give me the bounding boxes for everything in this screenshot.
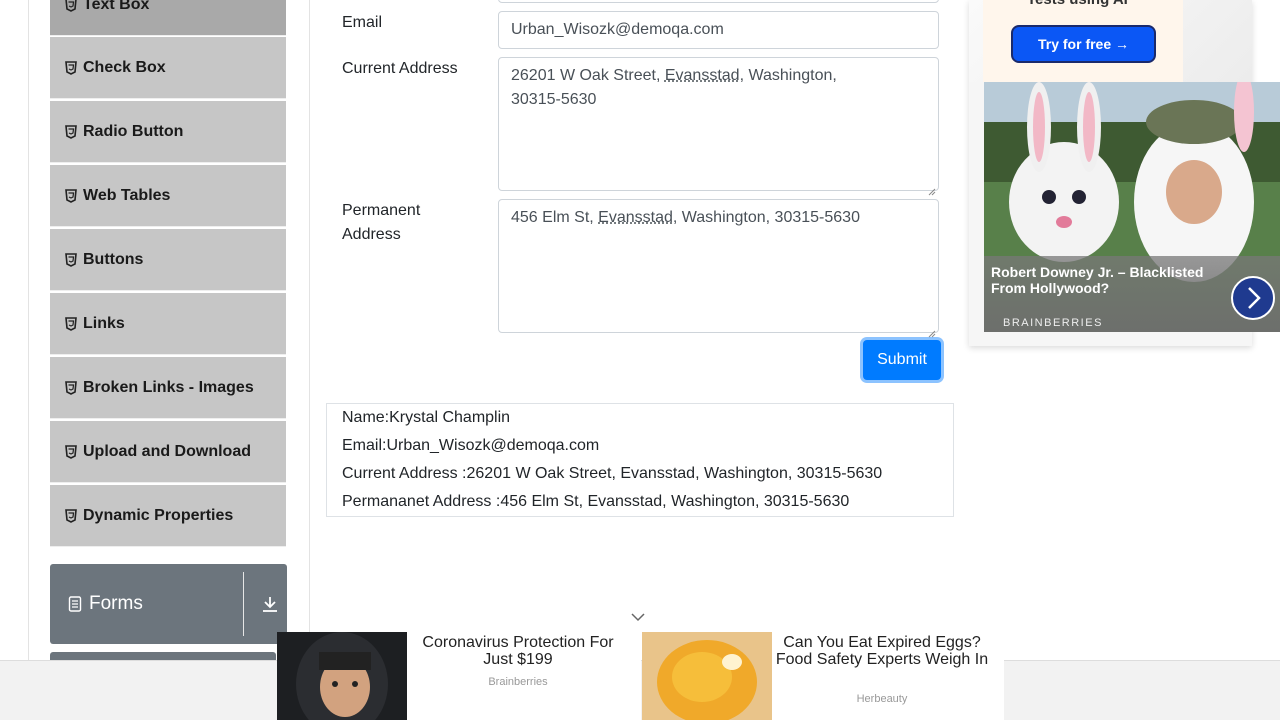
sidebar-item-label: Buttons	[83, 250, 144, 268]
sidebar-item-buttons[interactable]: Buttons	[50, 229, 286, 291]
output-panel: Name:Krystal Champlin Email:Urban_Wisozk…	[326, 403, 954, 517]
sidebar-item-upload-download[interactable]: Upload and Download	[50, 421, 286, 483]
sidebar-item-label: Web Tables	[83, 186, 171, 204]
sidebar-item-label: Links	[83, 314, 125, 332]
ad-source: Herbeauty	[856, 693, 908, 705]
html5-icon	[64, 188, 77, 203]
ad-headline: Can You Eat Expired Eggs? Food Safety Ex…	[775, 634, 989, 668]
ad-thumbnail	[642, 632, 772, 720]
ad-headline: Coronavirus Protection For Just $199	[422, 634, 614, 668]
name-field[interactable]	[498, 0, 939, 3]
bottom-ad-2[interactable]: Can You Eat Expired Eggs? Food Safety Ex…	[642, 632, 1004, 720]
download-arrow-icon[interactable]	[260, 594, 280, 614]
output-current-address: Current Address :26201 W Oak Street, Eva…	[342, 465, 883, 482]
ad-thumbnail	[277, 632, 407, 720]
sidebar-item-label: Broken Links - Images	[83, 378, 254, 396]
ad-source: Brainberries	[488, 676, 548, 688]
email-input[interactable]: Urban_Wisozk@demoqa.com	[498, 11, 939, 49]
sidebar-item-label: Check Box	[83, 58, 166, 76]
sidebar-item-links[interactable]: Links	[50, 293, 286, 355]
sidebar-item-label: Dynamic Properties	[83, 506, 234, 524]
label-line: Permanent	[342, 202, 421, 219]
sidebar-group-forms[interactable]: Forms	[50, 564, 287, 644]
current-address-textarea[interactable]: 26201 W Oak Street, Evansstad, Washingto…	[498, 57, 939, 196]
divider	[309, 0, 310, 720]
next-arrow-icon[interactable]	[1231, 276, 1275, 320]
document-icon	[68, 596, 82, 612]
html5-icon	[64, 124, 77, 139]
output-name: Name:Krystal Champlin	[342, 409, 511, 426]
sidebar-item-label: Upload and Download	[83, 442, 251, 460]
output-permanent-address: Permananet Address :456 Elm St, Evanssta…	[342, 493, 850, 510]
ad-title[interactable]: Robert Downey Jr. – Blacklisted From Hol…	[991, 264, 1221, 296]
submit-button[interactable]: Submit	[863, 340, 941, 380]
text: 26201 W Oak Street,	[511, 67, 665, 84]
page: Text Box Check Box Radio Button Web Tabl…	[0, 0, 1280, 720]
email-label: Email	[342, 14, 383, 31]
spellcheck-word: Evansstad	[598, 209, 673, 226]
spellcheck-word: Evansstad	[664, 67, 740, 84]
label-line: Address	[342, 226, 401, 243]
text: 30315-5630	[511, 91, 597, 108]
output-email: Email:Urban_Wisozk@demoqa.com	[342, 437, 600, 454]
sidebar-item-dynamic-properties[interactable]: Dynamic Properties	[50, 485, 286, 547]
html5-icon	[64, 380, 77, 395]
ad-brand: BRAINBERRIES	[1003, 317, 1103, 329]
chevron-down-icon[interactable]	[628, 610, 648, 624]
divider	[243, 572, 244, 636]
html5-icon	[64, 252, 77, 267]
resize-handle-icon[interactable]	[928, 322, 936, 338]
sidebar-item-check-box[interactable]: Check Box	[50, 37, 286, 99]
sidebar-item-label: Radio Button	[83, 122, 184, 140]
permanent-address-label: Permanent Address	[342, 199, 420, 247]
html5-icon	[64, 0, 77, 12]
sidebar-item-broken-links[interactable]: Broken Links - Images	[50, 357, 286, 419]
sidebar-item-web-tables[interactable]: Web Tables	[50, 165, 286, 227]
html5-icon	[64, 508, 77, 523]
html5-icon	[64, 60, 77, 75]
text: , Washington,	[739, 67, 837, 84]
divider	[28, 0, 29, 720]
html5-icon	[64, 316, 77, 331]
sidebar-item-label: Text Box	[83, 0, 150, 13]
permanent-address-textarea[interactable]: 456 Elm St, Evansstad, Washington, 30315…	[498, 199, 939, 338]
html5-icon	[64, 444, 77, 459]
ad-headline: Tests using AI	[1027, 0, 1128, 8]
bottom-ad-1[interactable]: Coronavirus Protection For Just $199 Bra…	[277, 632, 641, 720]
sidebar-item-text-box[interactable]: Text Box	[50, 0, 286, 36]
try-for-free-button[interactable]: Try for free →	[1011, 25, 1156, 63]
text: 456 Elm St,	[511, 209, 599, 226]
current-address-label: Current Address	[342, 60, 458, 77]
sidebar-group-label: Forms	[89, 593, 143, 614]
resize-handle-icon[interactable]	[928, 180, 936, 196]
text: , Washington, 30315-5630	[672, 209, 860, 226]
sidebar-item-radio-button[interactable]: Radio Button	[50, 101, 286, 163]
